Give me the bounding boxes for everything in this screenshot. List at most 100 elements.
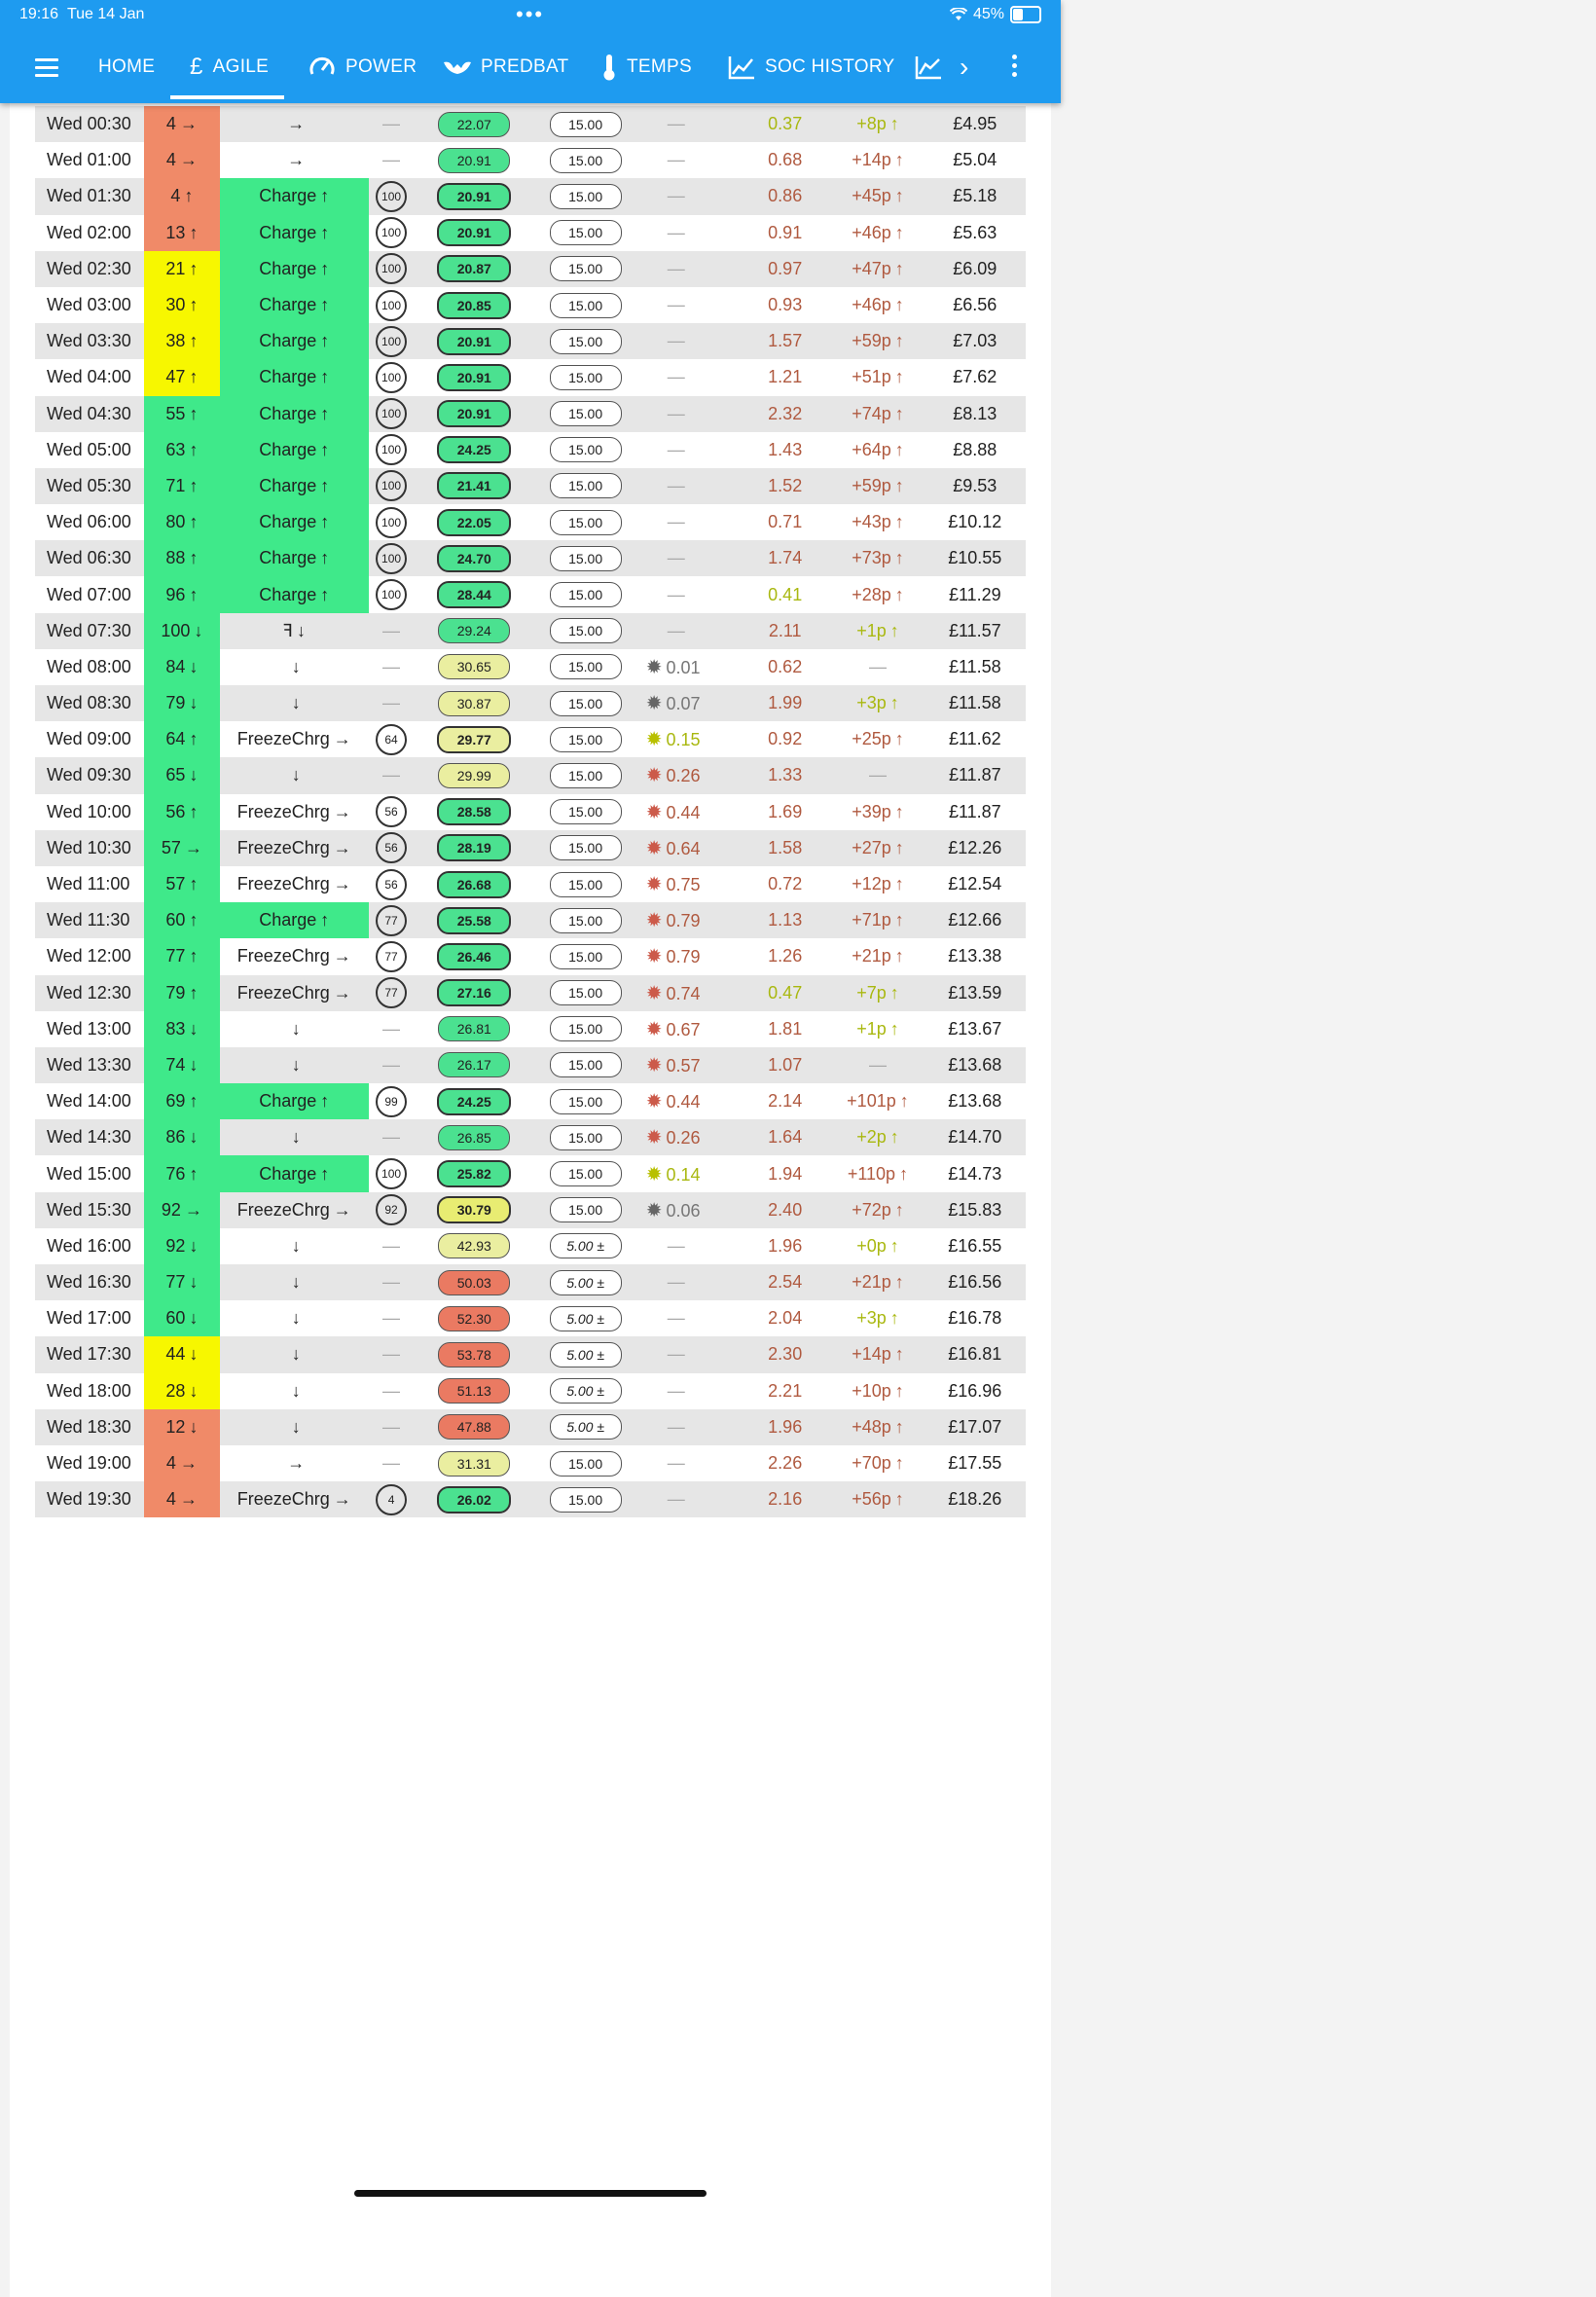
export-rate-cell: 15.00 xyxy=(534,540,636,577)
import-rate-cell: 28.19 xyxy=(414,829,535,866)
empty-dash: — xyxy=(382,1453,401,1474)
multitask-dots-icon[interactable]: ••• xyxy=(516,2,544,27)
scroll-right-chevron-icon[interactable]: › xyxy=(960,39,969,95)
soc-cell: 13 ↑ xyxy=(144,214,220,251)
export-rate-pill: 15.00 xyxy=(549,1450,622,1477)
soc-arrow-icon: ↑ xyxy=(189,295,199,315)
state-arrow-icon: ↑ xyxy=(320,403,330,423)
time-cell: Wed 14:00 xyxy=(35,1083,145,1120)
cost-cell: +1p ↑ xyxy=(831,612,925,649)
limit-badge: 100 xyxy=(376,470,408,502)
load-cell: 1.58 xyxy=(739,829,832,866)
cost-value: +45p ↑ xyxy=(852,186,904,206)
menu-icon[interactable] xyxy=(35,58,58,82)
pv-cell: — xyxy=(635,286,740,324)
limit-badge: 77 xyxy=(376,904,408,936)
limit-badge: 56 xyxy=(376,832,408,864)
state-arrow-icon: → xyxy=(287,1453,306,1474)
soc-value: 92 xyxy=(165,1235,186,1256)
tab-temps[interactable]: TEMPS xyxy=(601,39,692,95)
export-rate-cell: 15.00 xyxy=(534,793,636,830)
cost-value: +12p ↑ xyxy=(852,874,904,894)
empty-dash: — xyxy=(667,367,685,387)
empty-dash: — xyxy=(667,403,685,423)
tab-agile[interactable]: £ AGILE xyxy=(170,39,285,99)
total-cost-cell: £6.09 xyxy=(924,250,1026,287)
limit-badge: 100 xyxy=(376,289,408,321)
tab-power[interactable]: POWER xyxy=(308,39,417,95)
export-rate-cell: 15.00 xyxy=(534,757,636,794)
soc-cell: 92 → xyxy=(144,1191,220,1228)
pv-cell: — xyxy=(635,612,740,649)
sun-icon: ✹ xyxy=(645,729,663,751)
limit-badge: 100 xyxy=(376,253,408,285)
soc-arrow-icon: ↑ xyxy=(189,1091,199,1112)
table-row: Wed 01:00 4 → → —20.91 15.00—0.68 +14p ↑ £5.04 xyxy=(35,142,1026,179)
sun-icon: ✹ xyxy=(645,910,663,932)
total-cost-cell: £11.58 xyxy=(924,648,1026,685)
soc-value: 96 xyxy=(165,584,186,604)
export-rate-cell: 15.00 xyxy=(534,250,636,287)
cost-arrow-icon: ↑ xyxy=(899,1163,909,1184)
cost-arrow-icon: ↑ xyxy=(894,258,904,278)
import-rate-cell: 20.91 xyxy=(414,359,535,396)
import-rate-cell: 26.46 xyxy=(414,938,535,975)
overflow-menu-icon[interactable] xyxy=(1012,55,1018,81)
pv-cell: ✹ 0.74 xyxy=(635,974,740,1011)
limit-cell: 100 xyxy=(368,431,415,468)
export-rate-cell: 15.00 xyxy=(534,323,636,360)
sun-icon: ✹ xyxy=(645,982,663,1004)
cost-value: +28p ↑ xyxy=(852,584,904,604)
import-rate-cell: 28.44 xyxy=(414,576,535,613)
table-row: Wed 04:00 47 ↑ Charge ↑ 100 20.91 15.00—1.21 +51… xyxy=(35,359,1026,396)
import-rate-pill: 26.85 xyxy=(438,1124,511,1150)
empty-dash: — xyxy=(667,1489,685,1510)
cost-value: +8p ↑ xyxy=(856,114,899,134)
load-cell: 1.64 xyxy=(739,1119,832,1156)
sun-icon: ✹ xyxy=(645,1091,663,1113)
import-rate-cell: 30.65 xyxy=(414,648,535,685)
home-indicator[interactable] xyxy=(354,2190,707,2197)
tab-home[interactable]: HOME xyxy=(98,39,155,95)
state-cell: Charge ↑ xyxy=(219,1155,369,1192)
cost-arrow-icon: ↑ xyxy=(889,1235,899,1256)
export-rate-pill: 15.00 xyxy=(549,437,622,463)
table-row: Wed 14:00 69 ↑ Charge ↑ 99 24.25 15.00 ✹ 0.44 2.14… xyxy=(35,1083,1026,1120)
cost-arrow-icon: ↑ xyxy=(889,114,899,134)
cost-value: +70p ↑ xyxy=(852,1453,904,1474)
empty-dash: — xyxy=(382,656,401,676)
state-cell: ↓ xyxy=(219,1046,369,1084)
state-cell: ꟻ ↓ xyxy=(219,612,369,649)
export-rate-cell: 15.00 xyxy=(534,142,636,179)
cost-cell: +48p ↑ xyxy=(831,1408,925,1445)
time-cell: Wed 08:30 xyxy=(35,685,145,722)
cost-cell: +47p ↑ xyxy=(831,250,925,287)
export-rate-cell: 15.00 xyxy=(534,1444,636,1482)
tab-soc-history[interactable]: SOC HISTORY xyxy=(728,39,895,95)
tab-predbat[interactable]: PREDBAT xyxy=(444,39,568,95)
cost-cell: +27p ↑ xyxy=(831,829,925,866)
export-rate-cell: 5.00 ± xyxy=(534,1408,636,1445)
state-arrow-icon: ↓ xyxy=(291,1018,301,1039)
state-label: FreezeChrg xyxy=(236,801,330,821)
soc-arrow-icon: ↑ xyxy=(189,222,199,242)
sun-icon: ✹ xyxy=(645,1054,663,1076)
import-rate-pill: 22.05 xyxy=(437,508,512,536)
cost-cell: +43p ↑ xyxy=(831,504,925,541)
pv-cell: ✹ 0.06 xyxy=(635,1191,740,1228)
limit-cell: — xyxy=(368,1300,415,1337)
cost-cell: +12p ↑ xyxy=(831,865,925,903)
sun-icon: ✹ xyxy=(645,656,663,678)
limit-cell: — xyxy=(368,106,415,143)
cost-arrow-icon: ↑ xyxy=(889,620,899,640)
tab-more-chart[interactable] xyxy=(915,39,942,95)
export-rate-cell: 15.00 xyxy=(534,1010,636,1047)
state-arrow-icon: → xyxy=(333,1489,351,1510)
load-cell: 1.57 xyxy=(739,323,832,360)
pv-cell: — xyxy=(635,214,740,251)
plan-table-container[interactable]: Wed 00:30 4 → → —22.07 15.00—0.37 +8p ↑ £4.95 Wed… xyxy=(10,103,1051,2297)
import-rate-cell: 25.82 xyxy=(414,1155,535,1192)
pound-icon: £ xyxy=(190,54,203,80)
time-cell: Wed 19:00 xyxy=(35,1444,145,1482)
limit-cell: 100 xyxy=(368,395,415,432)
